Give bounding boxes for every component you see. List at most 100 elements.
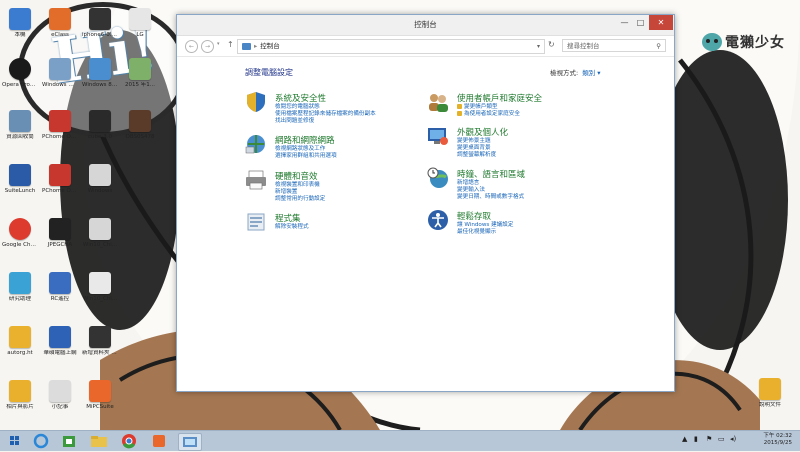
desktop-icon[interactable]: 相片與影片: [2, 380, 38, 411]
category-link[interactable]: 解除安裝程式: [275, 224, 309, 231]
minimize-button[interactable]: —: [617, 15, 632, 30]
desktop-icon-label: JPEGCHA: [47, 242, 73, 248]
taskbar-control-panel[interactable]: [178, 433, 202, 451]
desktop-icon[interactable]: 本機: [2, 8, 38, 39]
desktop-icon[interactable]: iphone6-0.8...: [82, 8, 118, 39]
desktop-icon-label: autorg.ht: [7, 350, 33, 356]
battery-icon[interactable]: ▭: [718, 435, 725, 443]
volume-icon[interactable]: ◂): [730, 435, 736, 443]
desktop-icon[interactable]: PChome Online - 購...: [42, 110, 78, 141]
desktop-icon[interactable]: Win10_Chi...: [82, 218, 118, 249]
brand-text: 電獺少女: [725, 35, 785, 51]
category-link[interactable]: 最佳化視覺顯示: [457, 229, 514, 236]
title-bar[interactable]: 控制台 — □ ✕: [177, 15, 674, 36]
desktop-icon[interactable]: 資源回收筒: [2, 110, 38, 141]
mi-icon: [89, 380, 111, 402]
desktop-icon[interactable]: Windows M...: [42, 58, 78, 89]
search-icon[interactable]: ⚲: [656, 40, 661, 53]
desktop-icon[interactable]: MiPCSuite: [82, 380, 118, 411]
desktop-icon[interactable]: JPEGCHA: [42, 218, 78, 249]
taskbar-explorer[interactable]: [88, 433, 110, 449]
printer-icon: [246, 170, 266, 190]
close-button[interactable]: ✕: [649, 15, 673, 30]
desktop-icon[interactable]: SuiteLunch: [2, 164, 38, 195]
category-link[interactable]: 調整螢幕解析度: [457, 152, 496, 159]
address-dropdown-icon[interactable]: ▾: [537, 40, 540, 53]
desktop-icon-label: Windows 8.1 Pro DVD...: [82, 82, 118, 88]
forward-button[interactable]: →: [201, 40, 214, 53]
file-icon: [89, 8, 111, 30]
category-title[interactable]: 輕鬆存取: [457, 210, 491, 222]
address-path[interactable]: 控制台: [260, 42, 280, 50]
desktop-icon[interactable]: Windows 8.1 Pro DVD...: [82, 58, 118, 89]
desktop-icon[interactable]: autorg.ht: [2, 326, 38, 357]
category-title[interactable]: 外觀及個人化: [457, 126, 508, 138]
folder-icon: [9, 380, 31, 402]
category-title[interactable]: 網路和網際網路: [275, 134, 335, 146]
desktop-icon[interactable]: 說明文件: [752, 378, 788, 409]
category-title[interactable]: 程式集: [275, 212, 301, 224]
notepad-icon: [49, 380, 71, 402]
desktop-icon[interactable]: 研究助理: [2, 272, 38, 303]
clock[interactable]: 下午 02:32 2015/9/25: [763, 433, 792, 447]
view-by-dropdown[interactable]: 類別 ▾: [582, 69, 600, 77]
control-panel-content: 調整電腦設定 檢視方式: 類別 ▾ 系統及安全性 檢閱您的電腦狀態 使用檔案歷程記…: [177, 57, 674, 391]
brand-watermark: 電獺少女: [702, 32, 785, 52]
up-button[interactable]: ↑: [227, 40, 234, 49]
desktop-icon[interactable]: eClass: [42, 8, 78, 39]
desktop-icon[interactable]: Windows: [82, 164, 118, 195]
desktop-icon[interactable]: 小記事: [42, 380, 78, 411]
network-icon[interactable]: ▮: [694, 435, 698, 443]
desktop-icon[interactable]: LG: [122, 8, 158, 39]
taskbar-ie[interactable]: [30, 433, 52, 449]
window-title: 控制台: [414, 20, 437, 29]
desktop-icon[interactable]: Google Chrome: [2, 218, 38, 249]
desktop-icon[interactable]: PChome Online - 購...: [42, 164, 78, 195]
flag-icon[interactable]: ⚑: [706, 435, 712, 443]
system-tray: ▲ ▮ ⚑ ▭ ◂) 下午 02:32 2015/9/25: [680, 431, 800, 451]
taskbar-store[interactable]: [58, 433, 80, 449]
search-input[interactable]: 搜尋控制台 ⚲: [562, 39, 666, 52]
category-link[interactable]: 調整常用的行動設定: [275, 196, 325, 203]
refresh-button[interactable]: ↻: [548, 40, 555, 49]
desktop-icon[interactable]: 2015 年1...: [122, 58, 158, 89]
taskbar-chrome[interactable]: [118, 433, 140, 449]
store-icon: [63, 436, 75, 447]
taskbar-mi[interactable]: [148, 433, 170, 449]
control-panel-icon: [183, 437, 197, 447]
category-title[interactable]: 使用者帳戶和家庭安全: [457, 92, 542, 104]
recent-locations-dropdown[interactable]: ▾: [217, 41, 220, 47]
category-title[interactable]: 時鐘、語言和區域: [457, 168, 525, 180]
category-link[interactable]: 選擇家用群組和共用選項: [275, 153, 337, 160]
category-title[interactable]: 系統及安全性: [275, 92, 326, 104]
page-heading: 調整電腦設定: [245, 68, 293, 77]
category-link[interactable]: 變更日期、時間或數字格式: [457, 194, 524, 201]
desktop-icon[interactable]: 華碩電腦上網: [42, 326, 78, 357]
back-button[interactable]: ←: [185, 40, 198, 53]
desktop-icon-label: Win10_Chi...: [82, 296, 118, 302]
desktop-icon[interactable]: Opera Broadcast: [2, 58, 38, 89]
programs-icon: [247, 213, 265, 231]
desktop-icon[interactable]: RC遙控: [42, 272, 78, 303]
desktop-icon[interactable]: Win10_Chi...: [82, 272, 118, 303]
desktop-icon[interactable]: 新增資料夾 (2): [82, 326, 118, 357]
category-hardware-sound: 硬體和音效 檢視裝置和印表機 新增裝置 調整常用的行動設定: [245, 169, 445, 209]
explorer-icon: [91, 436, 107, 447]
search-placeholder: 搜尋控制台: [567, 42, 600, 50]
desktop-icon[interactable]: OBS0S478: [122, 110, 158, 141]
category-appearance: 外觀及個人化 變更佈景主題 變更桌面背景 調整螢幕解析度: [427, 125, 627, 165]
desktop-icon[interactable]: cube-3.0: [82, 110, 118, 141]
address-field[interactable]: ▸ 控制台 ▾: [237, 39, 545, 54]
show-hidden-icons-icon[interactable]: ▲: [682, 435, 687, 443]
category-system-security: 系統及安全性 檢閱您的電腦狀態 使用檔案歷程記錄來儲存檔案的備份副本 找出問題並…: [245, 91, 445, 131]
category-link[interactable]: 為使用者設定家庭安全: [457, 111, 520, 118]
category-link[interactable]: 找出問題並修復: [275, 118, 376, 125]
desktop-icon-label: SuiteLunch: [4, 188, 36, 194]
category-title[interactable]: 硬體和音效: [275, 170, 318, 182]
start-button[interactable]: [4, 433, 26, 449]
maximize-button[interactable]: □: [633, 15, 648, 30]
asus-icon: [49, 326, 71, 348]
network-icon: [245, 135, 265, 154]
file-icon: [129, 8, 151, 30]
desktop-icon-label: eClass: [51, 32, 69, 38]
